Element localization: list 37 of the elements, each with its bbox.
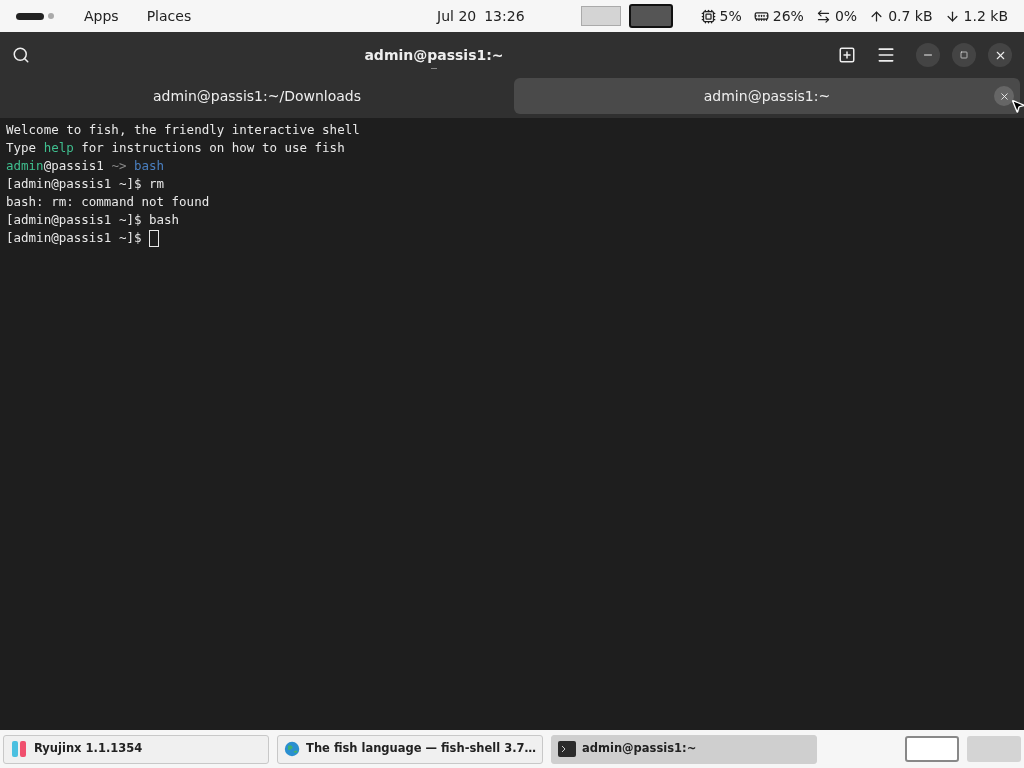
taskbar-item[interactable]: Ryujinx 1.1.1354 — [3, 734, 269, 764]
panel-menu[interactable]: Apps — [84, 5, 119, 27]
indicator-value: 0.7 kB — [888, 6, 933, 26]
window-title: admin@passis1:~ — [364, 46, 504, 65]
mouse-pointer-icon — [1010, 98, 1024, 114]
indicator-value: 5% — [719, 6, 742, 26]
taskbar-item[interactable]: The fish language — fish-shell 3.7… — [277, 734, 543, 764]
game-logo-icon — [10, 740, 28, 758]
close-tab-icon[interactable] — [994, 86, 1014, 106]
cpu-icon — [700, 8, 716, 24]
maximize-icon — [960, 51, 968, 59]
search-icon[interactable] — [12, 46, 30, 64]
indicator-value: 1.2 kB — [963, 6, 1008, 26]
indicator-value: 0% — [834, 6, 858, 26]
terminal-icon — [558, 740, 576, 758]
terminal-line: admin@passis1 ~> bash — [6, 157, 166, 175]
close-button[interactable] — [988, 43, 1012, 67]
taskbar-item[interactable]: admin@passis1:~ — [551, 734, 817, 764]
maximize-button[interactable] — [952, 43, 976, 67]
terminal-line: [admin@passis1 ~]$ rm — [6, 175, 166, 193]
globe-icon — [284, 739, 301, 759]
terminal-line: [admin@passis1 ~]$ — [6, 229, 1018, 247]
terminal-line: [admin@passis1 ~]$ bash — [6, 211, 181, 229]
minimize-button[interactable] — [916, 43, 940, 67]
menu-icon[interactable] — [876, 45, 896, 65]
swap-arrows-icon — [815, 8, 831, 24]
indicator-value: 26% — [772, 6, 804, 26]
terminal-line: Type help for instructions on how to use fish — [6, 139, 346, 157]
panel-date[interactable]: Jul 20 — [437, 5, 477, 27]
terminal-line: bash: rm: command not found — [6, 193, 211, 211]
workspace-indicator[interactable] — [628, 4, 673, 28]
tab[interactable]: admin@passis1:~/Downloads — [4, 78, 510, 114]
terminal-line: Welcome to fish, the friendly interactive shell — [6, 121, 361, 139]
dropdown-caret-icon[interactable] — [431, 66, 437, 69]
new-tab-icon[interactable] — [838, 46, 856, 64]
panel-menu[interactable]: Places — [146, 5, 192, 27]
panel-clock[interactable]: 13:26 — [484, 5, 525, 27]
